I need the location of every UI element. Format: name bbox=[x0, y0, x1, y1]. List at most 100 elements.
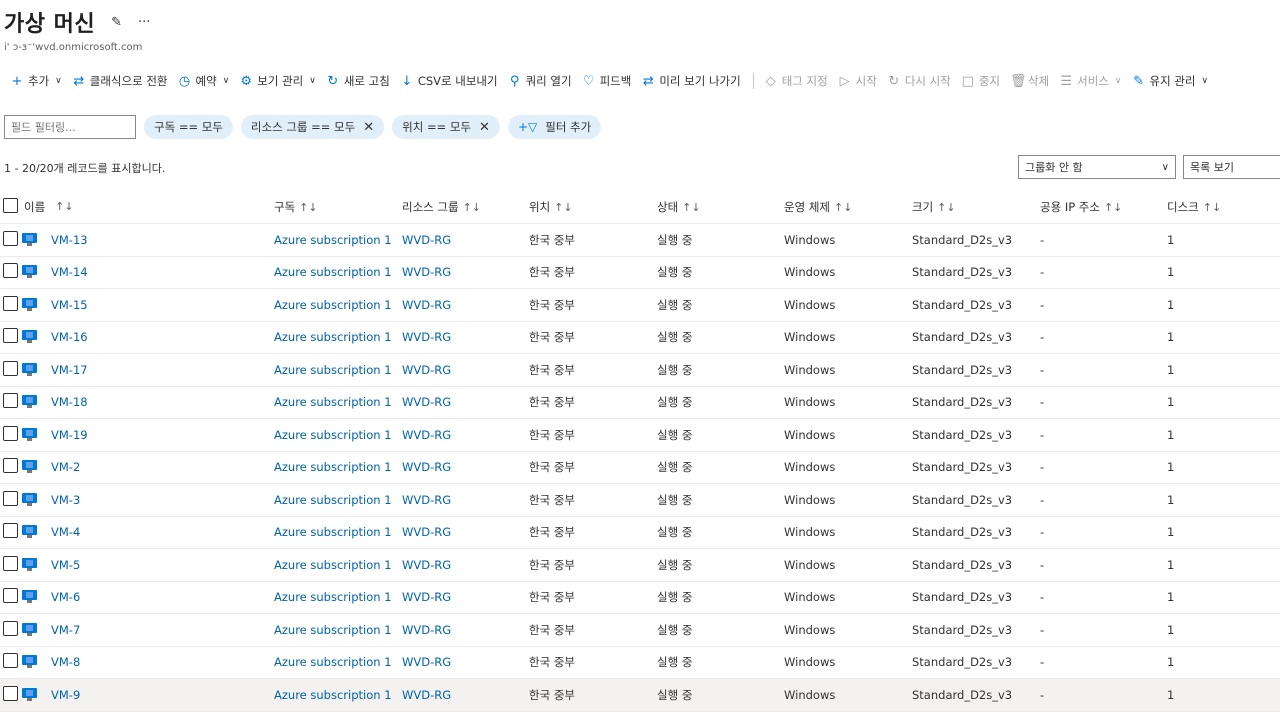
row-checkbox[interactable] bbox=[3, 360, 18, 376]
row-checkbox[interactable] bbox=[3, 230, 18, 246]
toolbar-button-14[interactable]: ☰ 서비스 ∨ bbox=[1055, 73, 1125, 89]
toolbar-button-3[interactable]: ⚙ 보기 관리 ∨ bbox=[235, 73, 320, 89]
table-row[interactable]: VM-5 Azure subscription 1 WVD-RG 한국 중부 실행 중 W… bbox=[0, 549, 1280, 582]
pin-icon[interactable]: ✎ bbox=[111, 15, 122, 30]
table-row[interactable]: VM-17 Azure subscription 1 WVD-RG 한국 중부 실행 중… bbox=[0, 354, 1280, 387]
cell-rg-value[interactable]: WVD-RG bbox=[402, 493, 451, 507]
vm-name-link[interactable]: VM-7 bbox=[51, 623, 80, 637]
table-row[interactable]: VM-7 Azure subscription 1 WVD-RG 한국 중부 실행 중 W… bbox=[0, 614, 1280, 647]
row-checkbox[interactable] bbox=[3, 393, 18, 409]
cell-rg-value[interactable]: WVD-RG bbox=[402, 525, 451, 539]
row-checkbox[interactable] bbox=[3, 620, 18, 636]
table-row[interactable]: VM-15 Azure subscription 1 WVD-RG 한국 중부 실행 중… bbox=[0, 289, 1280, 322]
row-checkbox[interactable] bbox=[3, 263, 18, 279]
cell-sub-value[interactable]: Azure subscription 1 bbox=[274, 525, 392, 539]
vm-name-link[interactable]: VM-19 bbox=[51, 428, 88, 442]
column-header-8[interactable]: 디스크 ↑↓ bbox=[1167, 199, 1280, 215]
view-mode-dropdown[interactable]: 목록 보기 bbox=[1183, 155, 1280, 179]
cell-rg-value[interactable]: WVD-RG bbox=[402, 265, 451, 279]
toolbar-button-6[interactable]: ⚲ 쿼리 열기 bbox=[504, 73, 576, 89]
add-filter-button[interactable]: +▽ 필터 추가 bbox=[507, 115, 602, 139]
cell-rg-value[interactable]: WVD-RG bbox=[402, 590, 451, 604]
row-checkbox[interactable] bbox=[3, 685, 18, 701]
table-row[interactable]: VM-16 Azure subscription 1 WVD-RG 한국 중부 실행 중… bbox=[0, 322, 1280, 354]
column-header-1[interactable]: 구독 ↑↓ bbox=[274, 199, 402, 215]
cell-rg-value[interactable]: WVD-RG bbox=[402, 460, 451, 474]
table-row[interactable]: VM-19 Azure subscription 1 WVD-RG 한국 중부 실행 중… bbox=[0, 419, 1280, 452]
table-row[interactable]: VM-3 Azure subscription 1 WVD-RG 한국 중부 실행 중 W… bbox=[0, 484, 1280, 517]
toolbar-button-5[interactable]: ↓ CSV로 내보내기 bbox=[396, 73, 502, 89]
vm-name-link[interactable]: VM-14 bbox=[51, 265, 88, 279]
cell-rg-value[interactable]: WVD-RG bbox=[402, 688, 451, 702]
close-icon[interactable]: ✕ bbox=[363, 120, 374, 135]
cell-rg-value[interactable]: WVD-RG bbox=[402, 558, 451, 572]
toolbar-button-1[interactable]: ⇄ 클래식으로 전환 bbox=[68, 73, 172, 89]
vm-name-link[interactable]: VM-2 bbox=[51, 460, 80, 474]
cell-sub-value[interactable]: Azure subscription 1 bbox=[274, 460, 392, 474]
cell-rg-value[interactable]: WVD-RG bbox=[402, 655, 451, 669]
row-checkbox[interactable] bbox=[3, 653, 18, 669]
select-all-checkbox[interactable] bbox=[3, 197, 18, 213]
toolbar-button-0[interactable]: + 추가 ∨ bbox=[6, 73, 66, 89]
vm-name-link[interactable]: VM-4 bbox=[51, 525, 80, 539]
vm-name-link[interactable]: VM-18 bbox=[51, 395, 88, 409]
cell-rg-value[interactable]: WVD-RG bbox=[402, 395, 451, 409]
toolbar-button-7[interactable]: ♡ 피드백 bbox=[578, 73, 636, 89]
toolbar-button-15[interactable]: ✎ 유지 관리 ∨ bbox=[1128, 73, 1213, 89]
toolbar-button-13[interactable]: 🗑 삭제 bbox=[1006, 73, 1053, 89]
table-row[interactable]: VM-9 Azure subscription 1 WVD-RG 한국 중부 실행 중 W… bbox=[0, 679, 1280, 712]
vm-name-link[interactable]: VM-8 bbox=[51, 655, 80, 669]
filter-pill-1[interactable]: 리소스 그룹 == 모두 ✕ bbox=[240, 115, 385, 139]
row-checkbox[interactable] bbox=[3, 328, 18, 344]
cell-sub-value[interactable]: Azure subscription 1 bbox=[274, 395, 392, 409]
column-header-4[interactable]: 상태 ↑↓ bbox=[657, 199, 784, 215]
column-header-5[interactable]: 운영 체제 ↑↓ bbox=[784, 199, 912, 215]
column-header-7[interactable]: 공용 IP 주소 ↑↓ bbox=[1040, 199, 1167, 215]
cell-sub-value[interactable]: Azure subscription 1 bbox=[274, 655, 392, 669]
cell-rg-value[interactable]: WVD-RG bbox=[402, 428, 451, 442]
column-header-0[interactable]: 이름 ↑↓ bbox=[22, 199, 274, 215]
vm-name-link[interactable]: VM-5 bbox=[51, 558, 80, 572]
table-row[interactable]: VM-6 Azure subscription 1 WVD-RG 한국 중부 실행 중 W… bbox=[0, 582, 1280, 614]
group-by-dropdown[interactable]: 그룹화 안 함 ∨ bbox=[1018, 155, 1176, 179]
row-checkbox[interactable] bbox=[3, 295, 18, 311]
toolbar-button-11[interactable]: ↻ 다시 시작 bbox=[883, 73, 955, 89]
cell-rg-value[interactable]: WVD-RG bbox=[402, 233, 451, 247]
vm-name-link[interactable]: VM-6 bbox=[51, 590, 80, 604]
cell-rg-value[interactable]: WVD-RG bbox=[402, 623, 451, 637]
table-row[interactable]: VM-18 Azure subscription 1 WVD-RG 한국 중부 실행 중… bbox=[0, 387, 1280, 419]
column-header-3[interactable]: 위치 ↑↓ bbox=[529, 199, 657, 215]
vm-name-link[interactable]: VM-15 bbox=[51, 298, 88, 312]
row-checkbox[interactable] bbox=[3, 555, 18, 571]
row-checkbox[interactable] bbox=[3, 425, 18, 441]
filter-pill-2[interactable]: 위치 == 모두 ✕ bbox=[392, 115, 500, 139]
cell-sub-value[interactable]: Azure subscription 1 bbox=[274, 428, 392, 442]
toolbar-button-12[interactable]: □ 중지 bbox=[957, 73, 1004, 89]
table-row[interactable]: VM-8 Azure subscription 1 WVD-RG 한국 중부 실행 중 W… bbox=[0, 647, 1280, 679]
cell-sub-value[interactable]: Azure subscription 1 bbox=[274, 623, 392, 637]
cell-sub-value[interactable]: Azure subscription 1 bbox=[274, 298, 392, 312]
cell-sub-value[interactable]: Azure subscription 1 bbox=[274, 233, 392, 247]
toolbar-button-9[interactable]: ◇ 태그 지정 bbox=[760, 73, 832, 89]
cell-sub-value[interactable]: Azure subscription 1 bbox=[274, 493, 392, 507]
toolbar-button-4[interactable]: ↻ 새로 고침 bbox=[322, 73, 394, 89]
vm-name-link[interactable]: VM-17 bbox=[51, 363, 88, 377]
table-row[interactable]: VM-2 Azure subscription 1 WVD-RG 한국 중부 실행 중 W… bbox=[0, 452, 1280, 484]
cell-sub-value[interactable]: Azure subscription 1 bbox=[274, 558, 392, 572]
table-row[interactable]: VM-14 Azure subscription 1 WVD-RG 한국 중부 실행 중… bbox=[0, 257, 1280, 289]
cell-sub-value[interactable]: Azure subscription 1 bbox=[274, 688, 392, 702]
close-icon[interactable]: ✕ bbox=[479, 120, 490, 135]
toolbar-button-8[interactable]: ⇄ 미리 보기 나가기 bbox=[637, 73, 744, 89]
cell-sub-value[interactable]: Azure subscription 1 bbox=[274, 363, 392, 377]
cell-rg-value[interactable]: WVD-RG bbox=[402, 363, 451, 377]
row-checkbox[interactable] bbox=[3, 523, 18, 539]
more-icon[interactable]: ··· bbox=[138, 15, 150, 30]
vm-name-link[interactable]: VM-13 bbox=[51, 233, 88, 247]
vm-name-link[interactable]: VM-3 bbox=[51, 493, 80, 507]
cell-sub-value[interactable]: Azure subscription 1 bbox=[274, 330, 392, 344]
vm-name-link[interactable]: VM-16 bbox=[51, 330, 88, 344]
row-checkbox[interactable] bbox=[3, 588, 18, 604]
filter-input[interactable] bbox=[4, 115, 136, 139]
toolbar-button-10[interactable]: ▷ 시작 bbox=[834, 73, 881, 89]
toolbar-button-2[interactable]: ◷ 예약 ∨ bbox=[173, 73, 233, 89]
